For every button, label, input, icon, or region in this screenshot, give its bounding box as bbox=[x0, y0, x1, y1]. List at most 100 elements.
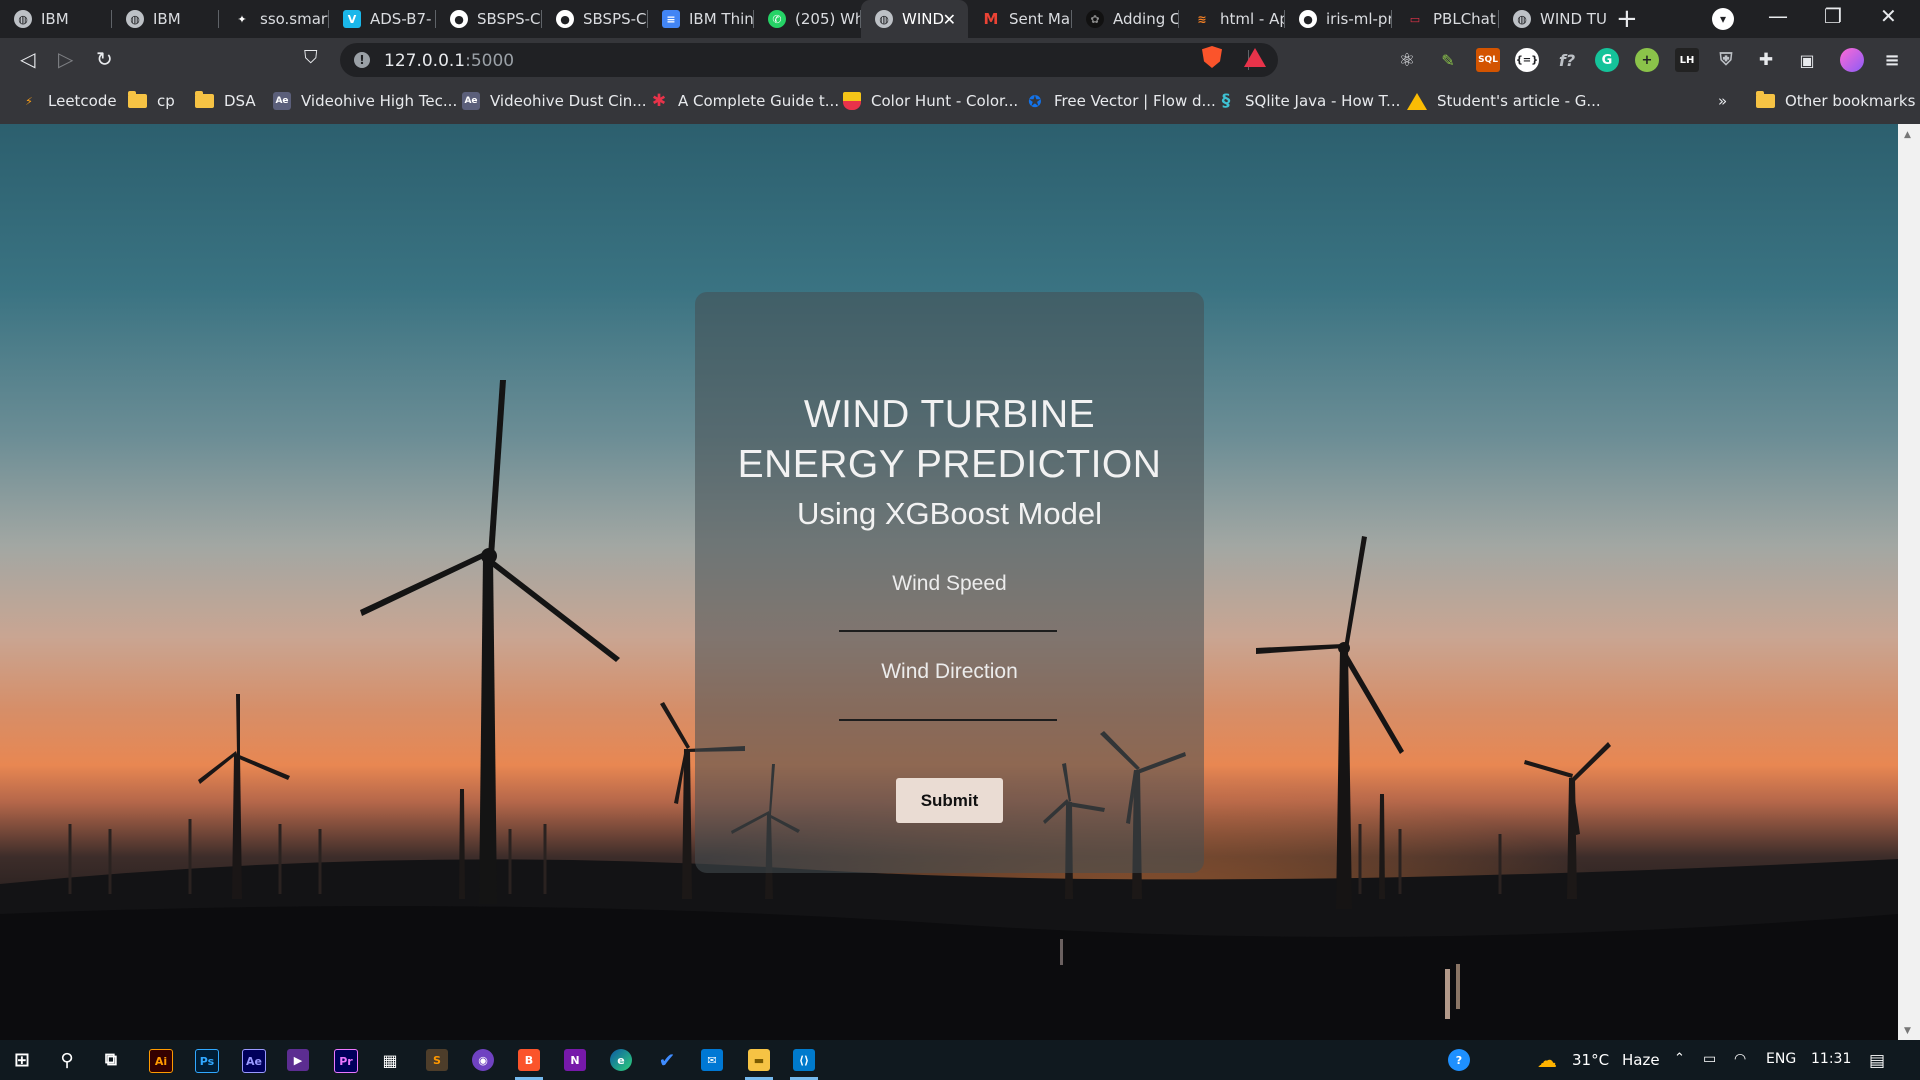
page-viewport: WIND TURBINE ENERGY PREDICTION Using XGB… bbox=[0, 124, 1898, 1040]
pen-extension-icon[interactable]: ✎ bbox=[1436, 48, 1460, 72]
github-desktop-icon[interactable]: ◉ bbox=[472, 1049, 494, 1071]
new-tab-button[interactable]: + bbox=[1616, 4, 1638, 34]
json-extension-icon[interactable]: {=} bbox=[1515, 48, 1539, 72]
vscode-icon[interactable]: ⟨⟩ bbox=[793, 1049, 815, 1071]
bookmark-item[interactable]: Student's article - G... bbox=[1407, 82, 1601, 120]
tab[interactable]: ≋ html - Ap bbox=[1179, 0, 1285, 38]
profile-avatar[interactable] bbox=[1840, 48, 1864, 72]
back-button[interactable]: ◁ bbox=[20, 47, 35, 71]
submit-button[interactable]: Submit bbox=[896, 778, 1003, 823]
puzzle-extensions-icon[interactable]: ✚ bbox=[1754, 48, 1778, 72]
stackoverflow-icon: ≋ bbox=[1197, 12, 1207, 26]
bookmark-item[interactable]: § SQlite Java - How T... bbox=[1217, 82, 1401, 120]
menu-icon[interactable]: ≡ bbox=[1880, 48, 1904, 72]
weather-desc[interactable]: Haze bbox=[1622, 1051, 1660, 1069]
task-view-icon[interactable]: ⧉ bbox=[100, 1049, 122, 1071]
site-info-icon[interactable]: ! bbox=[354, 52, 370, 68]
bookmark-item[interactable]: Ae Videohive High Tec... bbox=[273, 82, 457, 120]
bookmark-item[interactable]: ✱ A Complete Guide t... bbox=[650, 82, 839, 120]
bookmark-folder[interactable]: cp bbox=[128, 82, 175, 120]
react-devtools-icon[interactable]: ⚛ bbox=[1395, 48, 1419, 72]
chevron-up-icon[interactable]: ⌃ bbox=[1674, 1051, 1685, 1066]
after-effects-icon[interactable]: Ae bbox=[242, 1049, 266, 1073]
tab-title: html - Ap bbox=[1220, 10, 1285, 28]
tab[interactable]: ▭ PBLChat bbox=[1392, 0, 1499, 38]
tab[interactable]: ◍ IBM bbox=[0, 0, 112, 38]
globe-icon: ◍ bbox=[126, 10, 144, 28]
function-extension-icon[interactable]: f? bbox=[1555, 48, 1579, 72]
tab-search-icon[interactable]: ▾ bbox=[1712, 8, 1734, 30]
illustrator-icon[interactable]: Ai bbox=[149, 1049, 173, 1073]
onenote-icon[interactable]: N bbox=[564, 1049, 586, 1071]
tab[interactable]: ✆ (205) Wh bbox=[754, 0, 861, 38]
weather-icon[interactable]: ☁ bbox=[1536, 1048, 1558, 1072]
edge-icon[interactable]: e bbox=[610, 1049, 632, 1071]
notification-icon[interactable]: ▤ bbox=[1869, 1051, 1885, 1071]
page-subtitle: Using XGBoost Model bbox=[797, 496, 1102, 531]
calculator-icon[interactable]: ▦ bbox=[379, 1049, 401, 1071]
tab[interactable]: ● iris-ml-pr bbox=[1285, 0, 1392, 38]
page-scrollbar[interactable]: ▲ ▼ bbox=[1898, 124, 1920, 1040]
tab[interactable]: ● SBSPS-Cl bbox=[542, 0, 648, 38]
url-text[interactable]: 127.0.0.1:5000 bbox=[384, 51, 514, 71]
scroll-down-icon[interactable]: ▼ bbox=[1904, 1026, 1911, 1036]
brave-rewards-icon[interactable] bbox=[1244, 48, 1266, 67]
bookmark-item[interactable]: ✪ Free Vector | Flow d... bbox=[1026, 82, 1216, 120]
close-icon[interactable]: ✕ bbox=[943, 10, 956, 29]
other-bookmarks-folder[interactable]: Other bookmarks bbox=[1756, 82, 1915, 120]
scroll-up-icon[interactable]: ▲ bbox=[1904, 130, 1911, 140]
weather-temp[interactable]: 31°C bbox=[1572, 1051, 1609, 1069]
bookmark-item[interactable]: ⚡ Leetcode bbox=[20, 82, 116, 120]
address-bar[interactable]: ! 127.0.0.1:5000 bbox=[340, 43, 1278, 77]
todo-icon[interactable]: ✔ bbox=[656, 1048, 678, 1072]
wind-speed-input[interactable] bbox=[839, 596, 1057, 632]
forward-button[interactable]: ▷ bbox=[58, 47, 73, 71]
language-indicator[interactable]: ENG bbox=[1766, 1051, 1796, 1067]
tab[interactable]: M Sent Mai bbox=[968, 0, 1072, 38]
bookmark-item[interactable]: Ae Videohive Dust Cin... bbox=[462, 82, 647, 120]
battery-icon[interactable]: ▭ bbox=[1703, 1051, 1716, 1067]
premiere-icon[interactable]: Pr bbox=[334, 1049, 358, 1073]
wifi-icon[interactable]: ◠ bbox=[1734, 1051, 1746, 1067]
mail-icon[interactable]: ✉ bbox=[701, 1049, 723, 1071]
photoshop-icon[interactable]: Ps bbox=[195, 1049, 219, 1073]
tab[interactable]: ≡ IBM Thin bbox=[648, 0, 754, 38]
whatsapp-icon: ✆ bbox=[768, 10, 786, 28]
bookmark-label: Color Hunt - Color... bbox=[871, 92, 1019, 110]
restore-button[interactable]: ❐ bbox=[1824, 4, 1842, 28]
tab[interactable]: ◍ WIND TU bbox=[1499, 0, 1607, 38]
bookmarks-overflow-button[interactable]: » bbox=[1718, 82, 1727, 120]
grammarly-icon[interactable]: G bbox=[1595, 48, 1619, 72]
search-icon[interactable]: ⚲ bbox=[56, 1049, 78, 1071]
tab[interactable]: ✦ sso.smart bbox=[219, 0, 329, 38]
add-extension-icon[interactable]: + bbox=[1635, 48, 1659, 72]
tab-title: Adding C bbox=[1113, 10, 1179, 28]
lighthouse-icon[interactable]: LH bbox=[1675, 48, 1699, 72]
tab[interactable]: ◍ IBM bbox=[112, 0, 219, 38]
sublime-icon[interactable]: S bbox=[426, 1049, 448, 1071]
shield-icon[interactable]: ⛨ bbox=[1714, 48, 1738, 72]
tab-title: IBM bbox=[41, 10, 69, 28]
brave-icon[interactable]: B bbox=[518, 1049, 540, 1071]
reload-button[interactable]: ↻ bbox=[96, 47, 113, 71]
bookmark-icon[interactable]: ⛉ bbox=[304, 47, 318, 68]
tab-title: sso.smart bbox=[260, 10, 329, 28]
visual-studio-icon[interactable]: ▶ bbox=[287, 1049, 309, 1071]
tab[interactable]: ● SBSPS-Cl bbox=[436, 0, 542, 38]
videohive-icon: Ae bbox=[273, 92, 291, 110]
help-icon[interactable]: ? bbox=[1448, 1049, 1470, 1071]
file-explorer-icon[interactable]: ▬ bbox=[748, 1049, 770, 1071]
sql-extension-icon[interactable]: SQL bbox=[1476, 48, 1500, 72]
tab[interactable]: ✿ Adding C bbox=[1072, 0, 1179, 38]
globe-icon: ◍ bbox=[1513, 10, 1531, 28]
wind-direction-input[interactable] bbox=[839, 685, 1057, 721]
tab-active[interactable]: ◍ WIND ✕ bbox=[861, 0, 968, 38]
minimize-button[interactable]: — bbox=[1768, 4, 1788, 28]
bookmark-folder[interactable]: DSA bbox=[195, 82, 256, 120]
wallet-icon[interactable]: ▣ bbox=[1795, 48, 1819, 72]
tab[interactable]: V ADS-B7- bbox=[329, 0, 436, 38]
windows-start-icon[interactable]: ⊞ bbox=[11, 1049, 33, 1071]
clock[interactable]: 11:31 bbox=[1811, 1051, 1851, 1067]
window-close-button[interactable]: ✕ bbox=[1880, 4, 1897, 28]
bookmark-item[interactable]: Color Hunt - Color... bbox=[843, 82, 1018, 120]
